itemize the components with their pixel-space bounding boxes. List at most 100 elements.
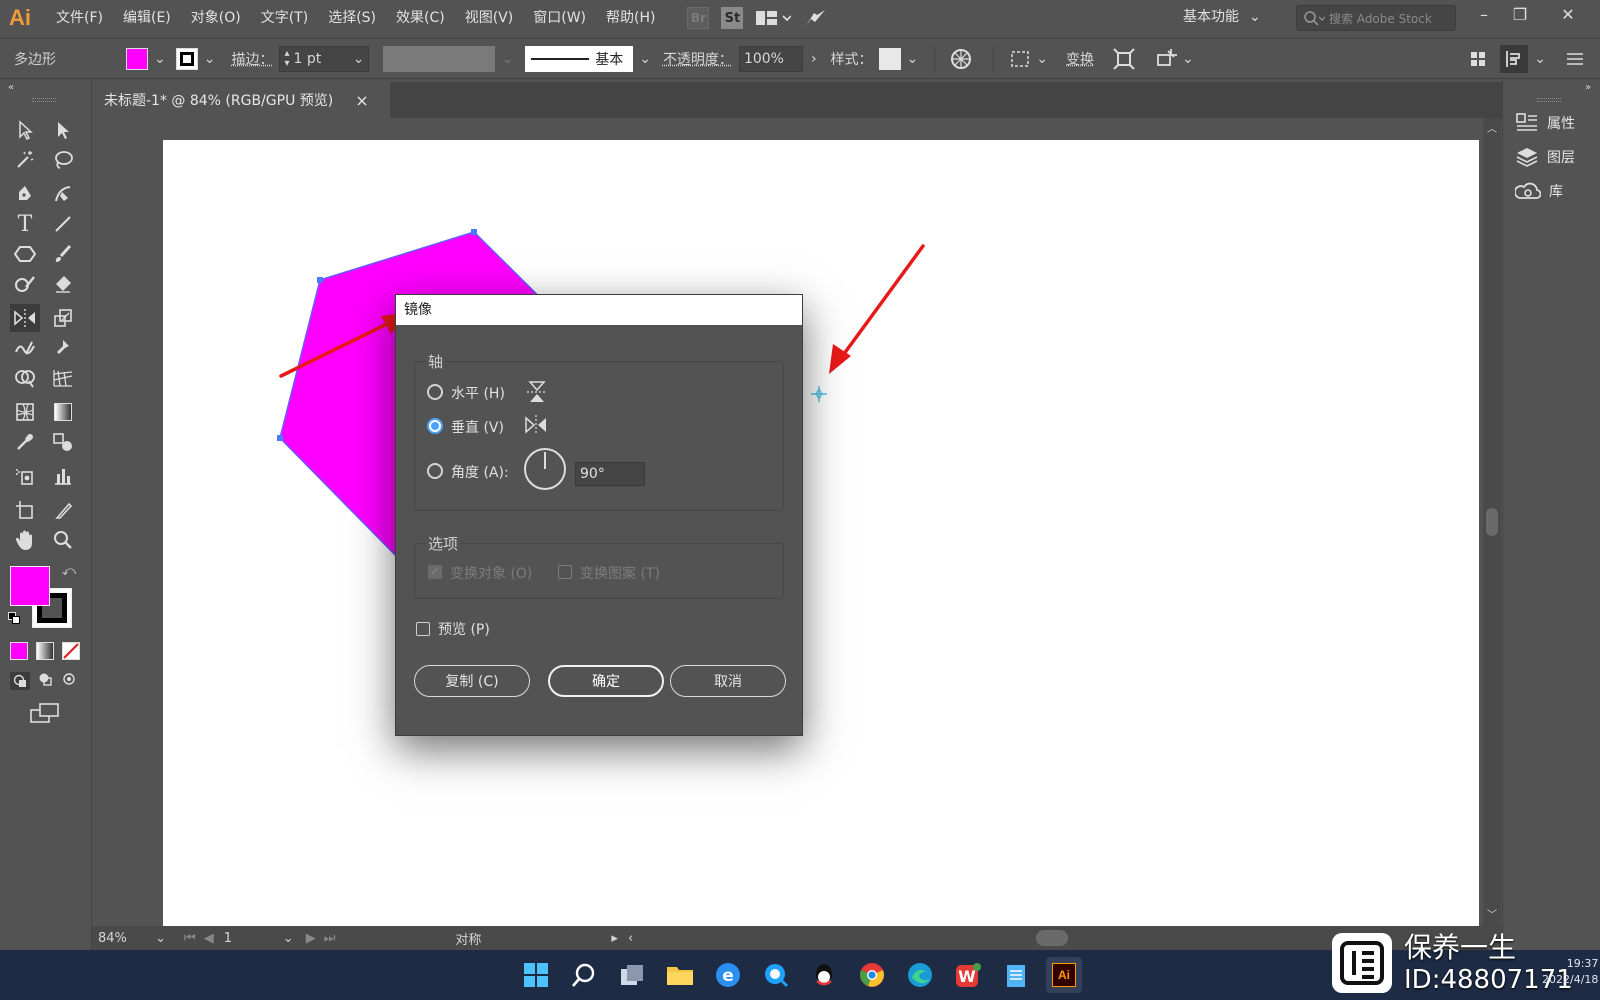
horizontal-radio[interactable]	[427, 384, 443, 400]
stock-search-input[interactable]: 搜索 Adobe Stock	[1296, 5, 1456, 31]
vertical-label[interactable]: 垂直 (V)	[451, 417, 504, 437]
chevron-down-icon[interactable]: ⌄	[907, 51, 919, 67]
swap-fill-stroke-icon[interactable]: ⤺	[62, 564, 76, 579]
stroke-label[interactable]: 描边：	[231, 49, 273, 69]
previous-artboard-icon[interactable]: ◀	[204, 931, 214, 946]
preview-checkbox[interactable]	[416, 622, 430, 636]
perspective-grid-tool-icon[interactable]	[48, 364, 78, 392]
close-window-button[interactable]: ✕	[1548, 0, 1588, 28]
chevron-right-icon[interactable]: ›	[811, 51, 817, 67]
chevron-down-icon[interactable]: ⌄	[154, 51, 166, 67]
wps-icon[interactable]: W	[950, 957, 986, 993]
menu-select[interactable]: 选择(S)	[318, 0, 386, 36]
line-tool-icon[interactable]	[48, 210, 78, 238]
dialog-title[interactable]: 镜像	[396, 295, 802, 325]
transform-patterns-checkbox[interactable]	[558, 565, 572, 579]
none-mode-button[interactable]	[62, 642, 80, 660]
transform-objects-checkbox[interactable]: ✓	[428, 565, 442, 579]
edge-icon[interactable]	[902, 957, 938, 993]
menu-file[interactable]: 文件(F)	[46, 0, 113, 36]
slice-tool-icon[interactable]	[48, 496, 78, 524]
qq-icon[interactable]	[806, 957, 842, 993]
layers-panel-tab[interactable]: 图层	[1515, 146, 1575, 168]
vertical-scrollbar[interactable]: ︿ ﹀	[1483, 118, 1501, 926]
panel-menu-icon[interactable]	[1566, 51, 1584, 67]
menu-edit[interactable]: 编辑(E)	[113, 0, 181, 36]
hand-tool-icon[interactable]	[10, 526, 40, 554]
artboard-number-field[interactable]: 1 ⌄	[224, 931, 294, 946]
opacity-label[interactable]: 不透明度：	[663, 49, 733, 69]
warp-tool-icon[interactable]	[10, 334, 40, 362]
recolor-artwork-icon[interactable]	[949, 47, 973, 71]
default-fill-stroke-icon[interactable]	[8, 612, 20, 624]
search-app-icon[interactable]	[758, 957, 794, 993]
transform-link[interactable]: 变换	[1066, 49, 1094, 69]
draw-inside-icon[interactable]	[62, 672, 80, 690]
anchor-point[interactable]	[317, 277, 323, 283]
panel-grip[interactable]	[1537, 98, 1561, 102]
vertical-radio[interactable]	[427, 418, 443, 434]
horizontal-scroll-thumb[interactable]	[1036, 930, 1068, 946]
last-artboard-icon[interactable]: ⏭	[324, 931, 336, 946]
menu-view[interactable]: 视图(V)	[455, 0, 524, 36]
horizontal-label[interactable]: 水平 (H)	[451, 383, 505, 403]
fill-color-swatch[interactable]	[10, 566, 50, 606]
shape-builder-tool-icon[interactable]	[10, 364, 40, 392]
brush-definition-dropdown[interactable]: 基本	[525, 45, 634, 72]
zoom-tool-icon[interactable]	[48, 526, 78, 554]
reflect-tool-icon[interactable]	[10, 304, 40, 332]
start-icon[interactable]	[518, 957, 554, 993]
gradient-mode-button[interactable]	[36, 642, 54, 660]
anchor-point[interactable]	[471, 229, 477, 235]
preview-label[interactable]: 预览 (P)	[438, 619, 490, 639]
angle-dial[interactable]	[523, 447, 567, 491]
stock-icon[interactable]: St	[721, 6, 744, 30]
anchor-point[interactable]	[277, 435, 283, 441]
type-tool-icon[interactable]: T	[10, 210, 40, 238]
task-view-icon[interactable]	[614, 957, 650, 993]
workspace-switcher[interactable]: 基本功能 ⌄	[1183, 0, 1261, 36]
ie-browser-icon[interactable]: e	[710, 957, 746, 993]
ok-button[interactable]: 确定	[548, 665, 664, 697]
selection-tool-icon[interactable]	[10, 116, 40, 144]
column-graph-tool-icon[interactable]	[48, 462, 78, 490]
search-icon[interactable]	[566, 957, 602, 993]
gradient-tool-icon[interactable]	[48, 398, 78, 426]
lasso-tool-icon[interactable]	[48, 146, 78, 174]
bridge-icon[interactable]: Br	[687, 6, 710, 30]
angle-radio[interactable]	[427, 463, 443, 479]
chevron-down-icon[interactable]: ⌄	[349, 51, 369, 67]
direct-selection-tool-icon[interactable]	[48, 116, 78, 144]
angle-input[interactable]: 90°	[575, 462, 645, 486]
collapse-panel-icon[interactable]: »	[1585, 82, 1591, 93]
next-artboard-icon[interactable]: ▶	[306, 931, 316, 946]
scroll-down-icon[interactable]: ﹀	[1487, 906, 1497, 921]
polygon-tool-icon[interactable]	[10, 240, 40, 268]
eyedropper-tool-icon[interactable]	[10, 428, 40, 456]
scroll-thumb[interactable]	[1486, 508, 1498, 536]
chevron-down-icon[interactable]: ⌄	[1036, 51, 1048, 67]
menu-window[interactable]: 窗口(W)	[523, 0, 596, 36]
menu-object[interactable]: 对象(O)	[181, 0, 251, 36]
menu-effect[interactable]: 效果(C)	[386, 0, 455, 36]
menu-type[interactable]: 文字(T)	[251, 0, 318, 36]
first-artboard-icon[interactable]: ⏮	[184, 931, 196, 946]
scale-tool-icon[interactable]	[48, 304, 78, 332]
scroll-left-icon[interactable]: ‹	[628, 931, 633, 946]
puppet-warp-tool-icon[interactable]	[48, 334, 78, 362]
chevron-down-icon[interactable]: ⌄	[639, 51, 651, 67]
gpu-performance-icon[interactable]	[803, 6, 827, 30]
symbol-sprayer-tool-icon[interactable]	[10, 462, 40, 490]
graphic-style-swatch[interactable]	[878, 47, 901, 70]
scroll-up-icon[interactable]: ︿	[1487, 120, 1497, 135]
eraser-tool-icon[interactable]	[48, 270, 78, 298]
libraries-panel-tab[interactable]: 库	[1515, 180, 1563, 202]
copy-button[interactable]: 复制 (C)	[414, 665, 530, 697]
reflect-origin-marker[interactable]	[811, 386, 827, 402]
chrome-icon[interactable]	[854, 957, 890, 993]
variable-width-profile[interactable]	[383, 45, 496, 72]
stroke-swatch[interactable]	[175, 47, 198, 70]
chevron-down-icon[interactable]: ⌄	[1534, 51, 1546, 67]
collapse-panel-icon[interactable]: «	[8, 82, 14, 93]
opacity-input[interactable]: 100%	[738, 45, 803, 72]
